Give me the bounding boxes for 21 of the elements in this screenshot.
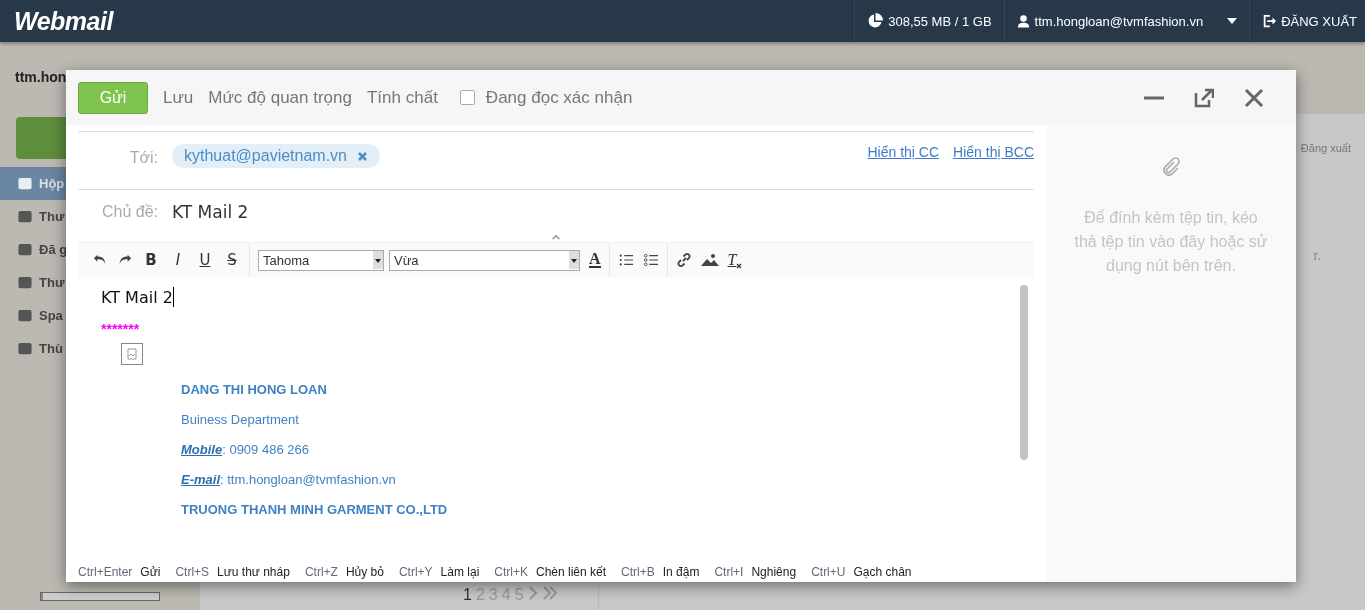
account-name: ttm.hon xyxy=(15,69,68,85)
shortcut-hint: Ctrl+Y Làm lại xyxy=(398,565,480,579)
shortcut-hint: Ctrl+B In đậm xyxy=(621,565,700,579)
subject-label: Chủ đề: xyxy=(100,203,158,221)
signature-line: Mobile: 0909 486 266 xyxy=(181,442,310,458)
asterisk-line: ******* xyxy=(101,321,141,337)
shortcut-hint: Ctrl+K Chèn liên kết xyxy=(494,565,607,579)
read-receipt-label: Đang đọc xác nhận xyxy=(485,87,633,108)
signature-line: Buiness Department xyxy=(181,412,300,428)
storage-usage: 308,55 MB / 1 GB xyxy=(888,13,992,29)
signature-line: DANG THI HONG LOAN xyxy=(181,382,328,398)
shortcut-hint: Ctrl+S Lưu thư nháp xyxy=(175,565,290,579)
signature-line: TRUONG THANH MINH GARMENT CO.,LTD xyxy=(181,502,449,518)
shortcut-hint: Ctrl+I Nghiêng xyxy=(714,565,797,579)
signature-line: E-mail: ttm.hongloan@tvmfashion.vn xyxy=(181,472,397,488)
shortcut-hint: Ctrl+U Gạch chân xyxy=(811,565,912,579)
content-text: r. xyxy=(1313,248,1321,264)
to-label: Tới: xyxy=(128,149,158,167)
shortcut-hint: Ctrl+Z Hủy bỏ xyxy=(304,565,384,579)
body-text: KT Mail 2 xyxy=(101,287,173,307)
shortcut-hint: Ctrl+Enter Gửi xyxy=(78,565,161,579)
